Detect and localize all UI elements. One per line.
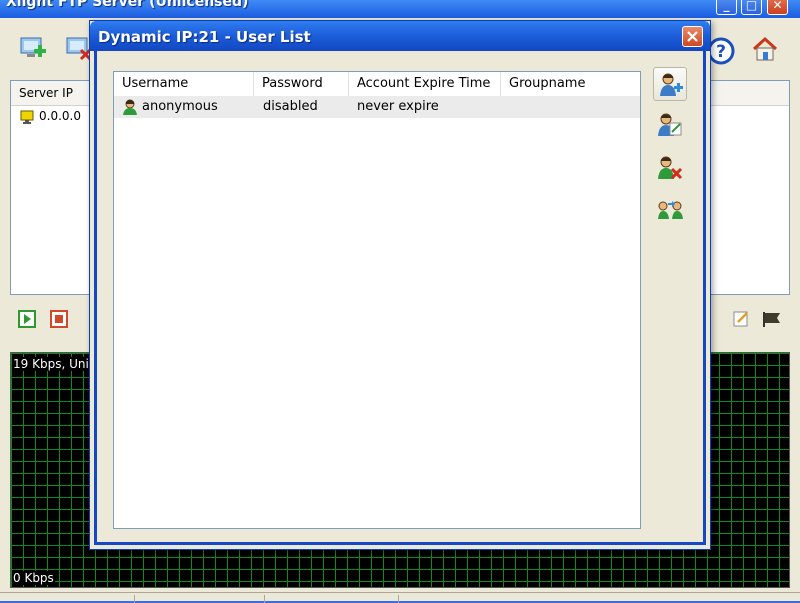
dialog-body: Username Password Account Expire Time Gr… — [94, 51, 706, 545]
delete-user-icon — [658, 156, 683, 180]
table-row[interactable]: anonymous disabled never expire — [114, 96, 640, 118]
statusbar-divider — [264, 595, 265, 603]
column-header-username[interactable]: Username — [114, 72, 254, 96]
home-icon[interactable] — [750, 34, 780, 64]
user-table[interactable]: Username Password Account Expire Time Gr… — [113, 71, 641, 529]
close-icon — [687, 31, 698, 42]
transfer-user-button[interactable] — [653, 193, 687, 227]
flag-icon[interactable] — [762, 310, 780, 328]
dialog-titlebar[interactable]: Dynamic IP:21 - User List — [90, 21, 710, 51]
main-titlebar: Xlight FTP Server (Unlicensed) _ □ ✕ — [0, 0, 800, 18]
main-window-title: Xlight FTP Server (Unlicensed) — [6, 0, 249, 10]
graph-min-label: 0 Kbps — [12, 571, 55, 585]
statusbar-divider — [134, 595, 135, 603]
add-user-icon — [660, 73, 683, 96]
add-user-button[interactable] — [653, 67, 687, 101]
user-list-dialog: Dynamic IP:21 - User List Username Passw… — [89, 20, 711, 550]
transfer-user-icon — [658, 201, 683, 219]
user-table-header: Username Password Account Expire Time Gr… — [114, 72, 640, 96]
edit-user-icon — [658, 113, 682, 136]
cell-username: anonymous — [142, 99, 218, 114]
close-window-button[interactable]: ✕ — [767, 0, 788, 15]
column-header-groupname[interactable]: Groupname — [501, 72, 640, 96]
maximize-button[interactable]: □ — [741, 0, 762, 15]
statusbar-divider — [398, 595, 399, 603]
server-ip-value: 0.0.0.0 — [39, 109, 81, 123]
delete-user-button[interactable] — [653, 151, 687, 185]
start-server-icon[interactable] — [18, 310, 36, 328]
server-status-icon — [19, 109, 35, 128]
cell-expire-time: never expire — [357, 99, 439, 114]
column-header-password[interactable]: Password — [254, 72, 349, 96]
dialog-title: Dynamic IP:21 - User List — [98, 28, 311, 46]
dialog-close-button[interactable] — [682, 26, 703, 47]
column-header-expire-time[interactable]: Account Expire Time — [349, 72, 501, 96]
server-ip-column-label: Server IP — [19, 86, 73, 100]
edit-log-icon[interactable] — [732, 310, 750, 328]
minimize-button[interactable]: _ — [716, 0, 737, 15]
stop-server-icon[interactable] — [50, 310, 68, 328]
edit-user-button[interactable] — [653, 108, 687, 142]
user-icon — [122, 99, 138, 118]
svg-text:?: ? — [716, 42, 726, 62]
add-server-icon[interactable] — [18, 34, 48, 64]
cell-password: disabled — [263, 99, 318, 114]
